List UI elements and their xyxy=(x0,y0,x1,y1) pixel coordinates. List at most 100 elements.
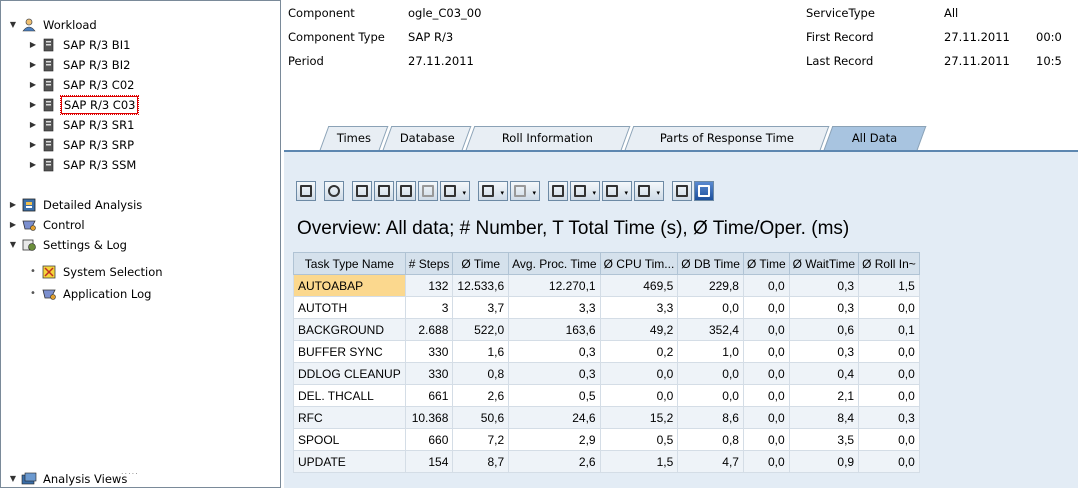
column-header[interactable]: Ø Time xyxy=(452,252,510,275)
expand-arrow-icon[interactable]: ▶ xyxy=(27,35,39,55)
tree-node-system[interactable]: ▶ SAP R/3 C03 xyxy=(27,95,140,115)
tree-node-control[interactable]: ▶ Control xyxy=(7,215,87,235)
filter-icon[interactable]: ▾ xyxy=(440,181,470,201)
tab-times[interactable]: Times xyxy=(319,126,389,150)
tree-node-detailed-analysis[interactable]: ▶ Detailed Analysis xyxy=(7,195,144,215)
value-cell[interactable]: 0,0 xyxy=(858,362,920,385)
value-cell[interactable]: 522,0 xyxy=(452,318,510,341)
value-cell[interactable]: 0,0 xyxy=(677,384,744,407)
binoculars-icon[interactable] xyxy=(396,181,416,201)
table-row[interactable]: RFC 10.368 50,6 24,6 15,2 8,6 0,0 8,4 0,3 xyxy=(293,406,920,429)
sort-descending-icon[interactable] xyxy=(374,181,394,201)
table-row[interactable]: UPDATE 154 8,7 2,6 1,5 4,7 0,0 0,9 0,0 xyxy=(293,450,920,473)
task-type-cell[interactable]: DDLOG CLEANUP xyxy=(293,362,406,385)
tree-node-system[interactable]: ▶ SAP R/3 SSM xyxy=(27,155,138,175)
value-cell[interactable]: 1,5 xyxy=(599,450,679,473)
value-cell[interactable]: 3,3 xyxy=(599,296,679,319)
table-row[interactable]: BUFFER SYNC 330 1,6 0,3 0,2 1,0 0,0 0,3 0,0 xyxy=(293,340,920,363)
value-cell[interactable]: 0,1 xyxy=(858,318,920,341)
expand-arrow-icon[interactable]: ▶ xyxy=(27,95,39,115)
tree-node-settings-log[interactable]: ▼ Settings & Log xyxy=(7,235,129,255)
value-cell[interactable]: 132 xyxy=(404,274,454,297)
views-icon[interactable]: ▾ xyxy=(570,181,600,201)
column-header[interactable]: Ø Time xyxy=(742,252,790,275)
tab-all-data[interactable]: All Data xyxy=(823,126,927,150)
tab-parts-of-response-time[interactable]: Parts of Response Time xyxy=(624,126,830,150)
value-cell[interactable]: 0,3 xyxy=(508,362,601,385)
value-cell[interactable]: 1,0 xyxy=(677,340,744,363)
value-cell[interactable]: 0,4 xyxy=(788,362,860,385)
value-cell[interactable]: 0,0 xyxy=(599,384,679,407)
value-cell[interactable]: 0,3 xyxy=(788,274,860,297)
tree-node-workload[interactable]: ▼ Workload xyxy=(7,15,99,35)
value-cell[interactable]: 12.533,6 xyxy=(452,274,510,297)
info-icon[interactable] xyxy=(694,181,714,201)
value-cell[interactable]: 2,6 xyxy=(508,450,601,473)
value-cell[interactable]: 8,7 xyxy=(452,450,510,473)
task-type-cell[interactable]: AUTOTH xyxy=(293,296,406,319)
value-cell[interactable]: 8,6 xyxy=(677,406,744,429)
value-cell[interactable]: 1,5 xyxy=(858,274,920,297)
value-cell[interactable]: 352,4 xyxy=(677,318,744,341)
value-cell[interactable]: 15,2 xyxy=(599,406,679,429)
expand-arrow-icon[interactable]: ▶ xyxy=(7,195,19,215)
value-cell[interactable]: 2,1 xyxy=(788,384,860,407)
value-cell[interactable]: 660 xyxy=(404,428,454,451)
tree-node-application-log[interactable]: • Application Log xyxy=(27,284,153,304)
table-row[interactable]: AUTOABAP 132 12.533,6 12.270,1 469,5 229,8 0,0… xyxy=(293,274,920,297)
task-type-cell[interactable]: BACKGROUND xyxy=(293,318,406,341)
expand-arrow-icon[interactable]: ▶ xyxy=(27,135,39,155)
value-cell[interactable]: 0,3 xyxy=(508,340,601,363)
value-cell[interactable]: 163,6 xyxy=(508,318,601,341)
collapse-arrow-icon[interactable]: ▼ xyxy=(7,235,19,255)
value-cell[interactable]: 0,0 xyxy=(742,362,790,385)
value-cell[interactable]: 8,4 xyxy=(788,406,860,429)
tree-node-analysis-views[interactable]: ▼ Analysis Views xyxy=(7,469,129,487)
column-header[interactable]: Ø DB Time xyxy=(677,252,744,275)
value-cell[interactable]: 3 xyxy=(404,296,454,319)
export-icon[interactable]: ▾ xyxy=(602,181,632,201)
column-header[interactable]: # Steps xyxy=(404,252,454,275)
value-cell[interactable]: 0,9 xyxy=(788,450,860,473)
value-cell[interactable]: 10.368 xyxy=(404,406,454,429)
value-cell[interactable]: 0,6 xyxy=(788,318,860,341)
tree-node-system-selection[interactable]: • System Selection xyxy=(27,262,165,282)
task-type-cell[interactable]: AUTOABAP xyxy=(293,274,406,297)
value-cell[interactable]: 661 xyxy=(404,384,454,407)
tree-node-system[interactable]: ▶ SAP R/3 BI2 xyxy=(27,55,132,75)
value-cell[interactable]: 0,8 xyxy=(452,362,510,385)
value-cell[interactable]: 0,2 xyxy=(599,340,679,363)
column-header[interactable]: Ø Roll In~ xyxy=(858,252,920,275)
expand-arrow-icon[interactable]: ▶ xyxy=(27,55,39,75)
expand-arrow-icon[interactable]: ▶ xyxy=(7,215,19,235)
expand-arrow-icon[interactable]: ▶ xyxy=(27,155,39,175)
tree-node-system[interactable]: ▶ SAP R/3 BI1 xyxy=(27,35,132,55)
value-cell[interactable]: 154 xyxy=(404,450,454,473)
value-cell[interactable]: 0,3 xyxy=(788,340,860,363)
value-cell[interactable]: 330 xyxy=(404,362,454,385)
value-cell[interactable]: 3,3 xyxy=(508,296,601,319)
value-cell[interactable]: 3,5 xyxy=(788,428,860,451)
column-header[interactable]: Task Type Name xyxy=(293,252,406,275)
value-cell[interactable]: 0,0 xyxy=(742,450,790,473)
value-cell[interactable]: 0,0 xyxy=(858,296,920,319)
value-cell[interactable]: 1,6 xyxy=(452,340,510,363)
value-cell[interactable]: 0,5 xyxy=(599,428,679,451)
value-cell[interactable]: 0,0 xyxy=(742,406,790,429)
value-cell[interactable]: 0,0 xyxy=(742,274,790,297)
value-cell[interactable]: 0,0 xyxy=(742,318,790,341)
value-cell[interactable]: 0,0 xyxy=(858,428,920,451)
task-type-cell[interactable]: SPOOL xyxy=(293,428,406,451)
value-cell[interactable]: 12.270,1 xyxy=(508,274,601,297)
value-cell[interactable]: 0,0 xyxy=(599,362,679,385)
tree-node-system[interactable]: ▶ SAP R/3 SR1 xyxy=(27,115,136,135)
value-cell[interactable]: 0,0 xyxy=(858,384,920,407)
task-type-cell[interactable]: BUFFER SYNC xyxy=(293,340,406,363)
column-header[interactable]: Avg. Proc. Time xyxy=(508,252,601,275)
value-cell[interactable]: 3,7 xyxy=(452,296,510,319)
value-cell[interactable]: 0,8 xyxy=(677,428,744,451)
collapse-arrow-icon[interactable]: ▼ xyxy=(7,469,19,487)
table-row[interactable]: AUTOTH 3 3,7 3,3 3,3 0,0 0,0 0,3 0,0 xyxy=(293,296,920,319)
value-cell[interactable]: 0,0 xyxy=(742,340,790,363)
sum-icon[interactable]: ▾ xyxy=(478,181,508,201)
